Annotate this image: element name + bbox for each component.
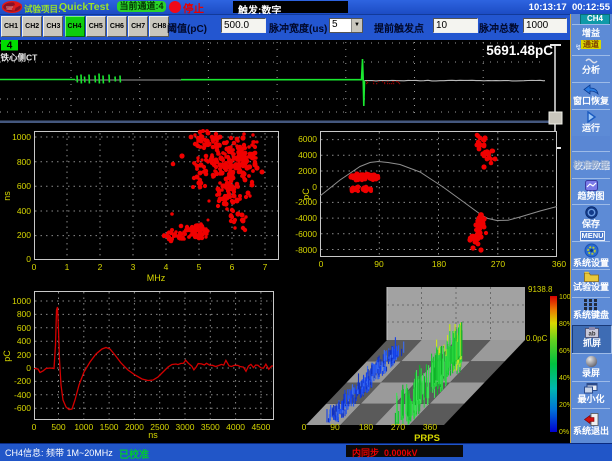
svg-text:1000: 1000 — [12, 132, 31, 142]
svg-text:0: 0 — [26, 363, 31, 373]
svg-text:400: 400 — [17, 336, 31, 346]
svg-text:1: 1 — [65, 262, 70, 272]
svg-text:600: 600 — [17, 181, 31, 191]
svg-text:-600: -600 — [14, 403, 31, 413]
svg-text:ab: ab — [588, 332, 595, 338]
svg-text:4000: 4000 — [226, 422, 245, 432]
svg-text:铁心侧CT: 铁心侧CT — [1, 53, 39, 63]
svg-text:2000: 2000 — [298, 166, 317, 176]
svg-text:200: 200 — [17, 350, 31, 360]
svg-text:3000: 3000 — [176, 422, 195, 432]
svg-text:5: 5 — [197, 262, 202, 272]
svg-text:9138.8: 9138.8 — [528, 285, 553, 294]
svg-text:3500: 3500 — [201, 422, 220, 432]
svg-text:pC: pC — [301, 188, 311, 200]
svg-text:4: 4 — [7, 41, 13, 52]
svg-text:1500: 1500 — [100, 422, 119, 432]
svg-text:0: 0 — [32, 422, 37, 432]
svg-text:5691.48pC: 5691.48pC — [486, 43, 553, 58]
svg-text:270: 270 — [391, 422, 405, 432]
svg-text:90: 90 — [374, 259, 384, 269]
svg-text:4500: 4500 — [251, 422, 270, 432]
svg-text:-4000: -4000 — [295, 213, 317, 223]
svg-text:0: 0 — [32, 262, 37, 272]
svg-text:-200: -200 — [14, 376, 31, 386]
svg-text:-400: -400 — [14, 390, 31, 400]
svg-text:800: 800 — [17, 309, 31, 319]
svg-text:400: 400 — [17, 206, 31, 216]
svg-text:2000: 2000 — [125, 422, 144, 432]
svg-text:ns: ns — [148, 430, 158, 440]
svg-text:4: 4 — [164, 262, 169, 272]
svg-text:0%: 0% — [559, 429, 569, 436]
svg-text:500: 500 — [51, 422, 65, 432]
svg-text:0: 0 — [312, 182, 317, 192]
svg-text:6000: 6000 — [298, 134, 317, 144]
svg-text:270: 270 — [491, 259, 505, 269]
svg-text:90: 90 — [330, 422, 340, 432]
svg-text:0: 0 — [26, 254, 31, 264]
svg-text:MHz: MHz — [147, 273, 166, 283]
svg-text:-8000: -8000 — [295, 245, 317, 255]
svg-text:2: 2 — [98, 262, 103, 272]
svg-text:1000: 1000 — [12, 296, 31, 306]
svg-text:0.0pC: 0.0pC — [526, 334, 548, 343]
svg-text:-6000: -6000 — [295, 229, 317, 239]
svg-text:180: 180 — [432, 259, 446, 269]
svg-text:3: 3 — [131, 262, 136, 272]
svg-text:4000: 4000 — [298, 150, 317, 160]
svg-text:200: 200 — [17, 230, 31, 240]
svg-text:0: 0 — [302, 422, 307, 432]
svg-text:360: 360 — [423, 422, 437, 432]
svg-text:7: 7 — [263, 262, 268, 272]
svg-text:360: 360 — [552, 259, 566, 269]
svg-text:6: 6 — [230, 262, 235, 272]
svg-text:180: 180 — [359, 422, 373, 432]
svg-text:800: 800 — [17, 157, 31, 167]
svg-text:600: 600 — [17, 323, 31, 333]
svg-text:0: 0 — [319, 259, 324, 269]
svg-text:ns: ns — [2, 191, 12, 201]
svg-text:pC: pC — [2, 350, 12, 362]
svg-text:1000: 1000 — [74, 422, 93, 432]
